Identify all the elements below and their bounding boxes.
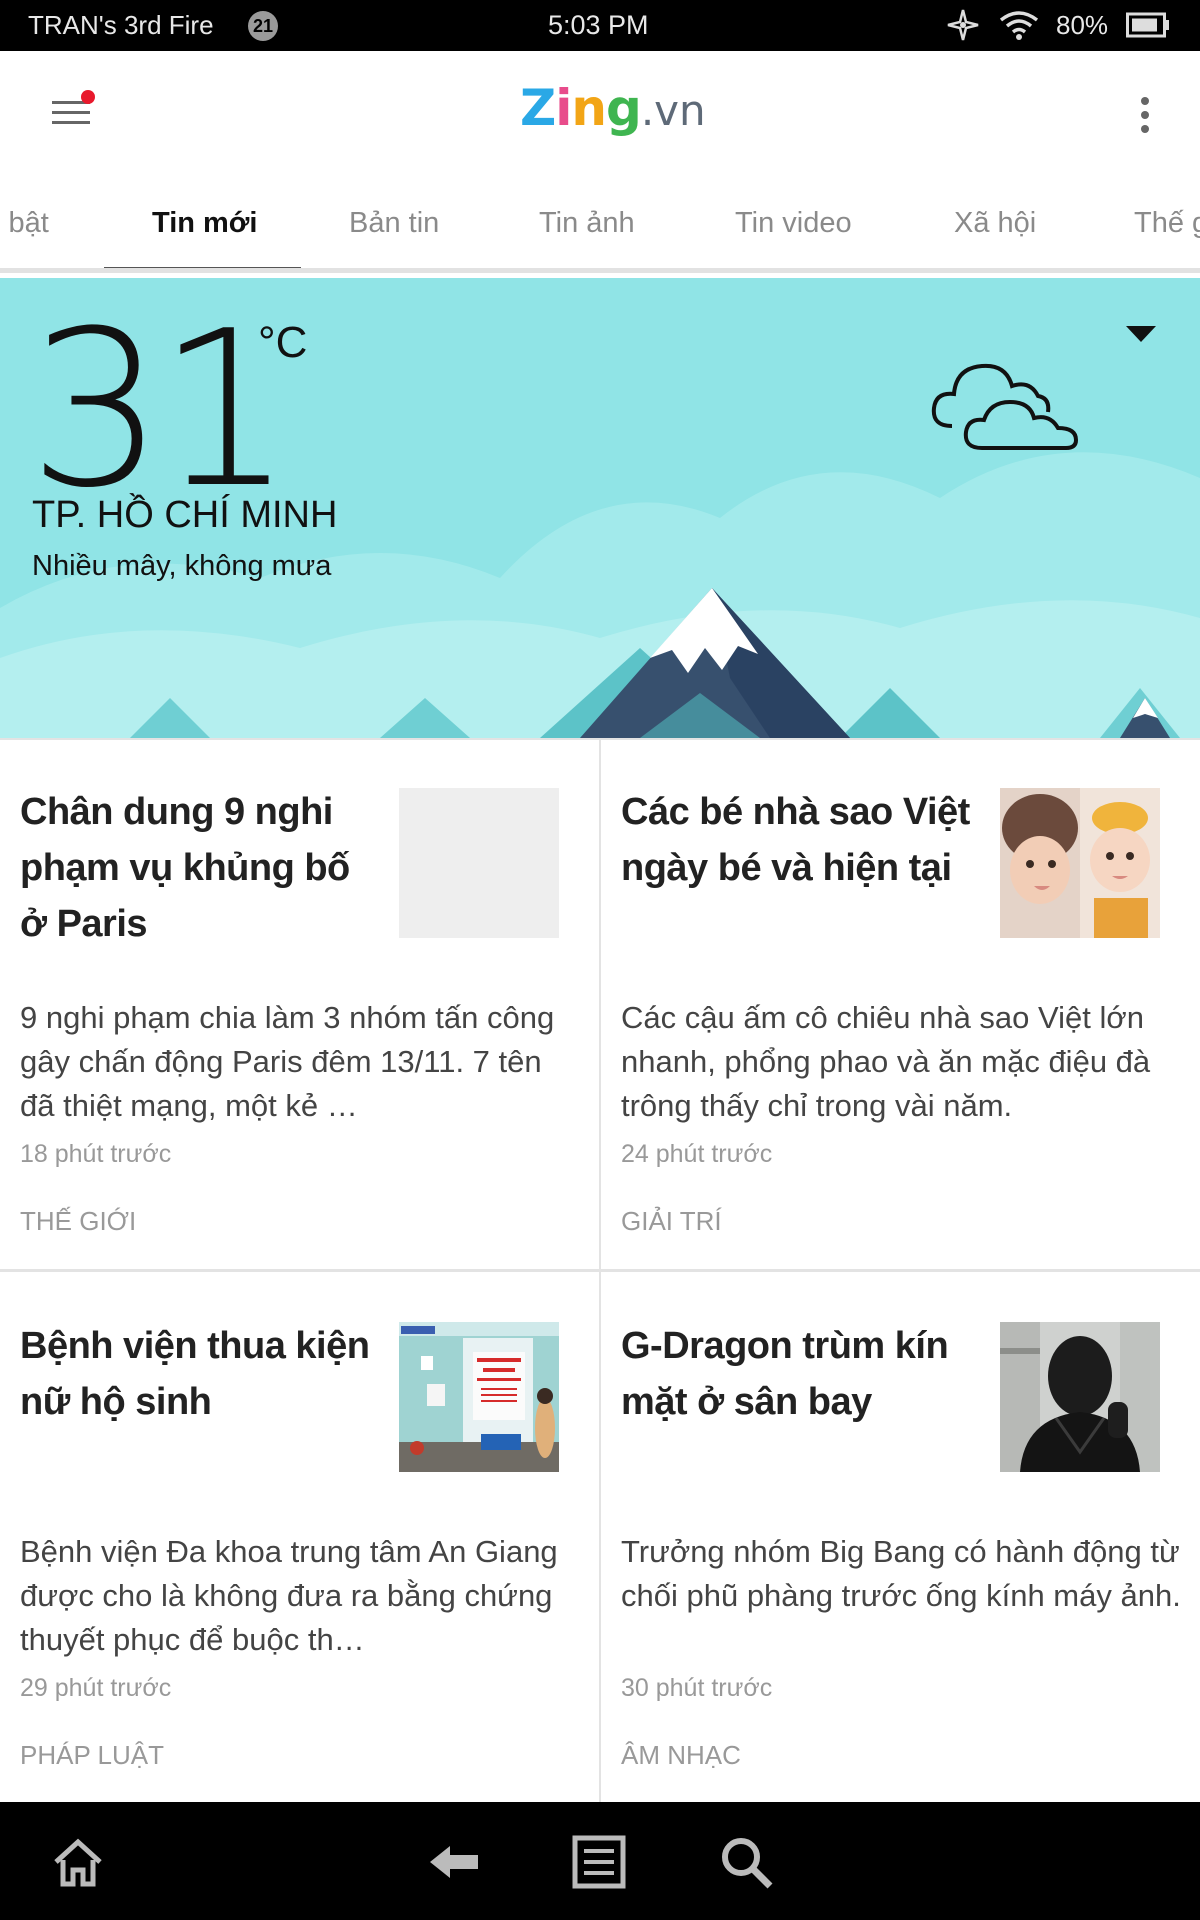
tab-xa-hoi[interactable]: Xã hội (954, 207, 1036, 240)
status-bar: TRAN's 3rd Fire 21 5:03 PM 80% (0, 0, 1200, 51)
article-category[interactable]: PHÁP LUẬT (20, 1740, 164, 1771)
article-time: 18 phút trước (20, 1140, 172, 1168)
article-thumbnail-placeholder[interactable] (399, 788, 559, 938)
tab-ban-tin[interactable]: Bản tin (349, 207, 439, 240)
app-header: Zing.vn (0, 51, 1200, 171)
vertical-dots-icon[interactable] (1130, 91, 1160, 141)
battery-icon (1126, 12, 1169, 38)
article-description: Trưởng nhóm Big Bang có hành động từ chố… (621, 1534, 1181, 1613)
notification-dot (81, 90, 95, 104)
recent-apps-icon[interactable] (571, 1834, 627, 1890)
tab-tin-moi[interactable]: Tin mới (152, 207, 257, 240)
temperature-value: 31 (28, 284, 294, 535)
cloud-icon (931, 363, 1079, 450)
article-grid: Chân dung 9 nghi phạm vụ khủng bố ở Pari… (0, 738, 1200, 1802)
article-time: 29 phút trước (20, 1674, 172, 1702)
article-time: 24 phút trước (621, 1140, 773, 1168)
weather-widget[interactable]: 31 °C TP. HỒ CHÍ MINH Nhiều mây, không m… (0, 278, 1200, 738)
article-title[interactable]: G-Dragon trùm kín mặt ở sân bay (621, 1318, 981, 1430)
article-thumbnail-hospital[interactable] (399, 1322, 559, 1472)
zing-logo[interactable]: Zing.vn (520, 79, 706, 149)
article-category[interactable]: GIẢI TRÍ (621, 1206, 722, 1237)
temperature-unit: °C (258, 318, 308, 367)
article-title[interactable]: Chân dung 9 nghi phạm vụ khủng bố ở Pari… (20, 784, 380, 952)
article-title[interactable]: Các bé nhà sao Việt ngày bé và hiện tại (621, 784, 981, 896)
wifi-icon (999, 11, 1039, 40)
article-card[interactable]: G-Dragon trùm kín mặt ở sân bay Trưởng n… (601, 1272, 1199, 1802)
back-arrow-icon[interactable] (426, 1834, 482, 1890)
article-card[interactable]: Các bé nhà sao Việt ngày bé và hiện tại … (601, 738, 1199, 1268)
device-name: TRAN's 3rd Fire (28, 10, 214, 40)
article-description: Bệnh viện Đa khoa trung tâm An Giang đượ… (20, 1534, 558, 1657)
tab-noi-bat[interactable]: i bật (0, 207, 49, 240)
hamburger-menu-icon[interactable] (42, 89, 102, 139)
article-time: 30 phút trước (621, 1674, 773, 1702)
system-nav-bar (0, 1802, 1200, 1920)
location-icon (947, 9, 979, 41)
chevron-down-icon[interactable] (1124, 324, 1158, 344)
home-icon[interactable] (50, 1834, 106, 1890)
article-thumbnail-babies[interactable] (1000, 788, 1160, 938)
battery-percent: 80% (1056, 10, 1109, 40)
article-description: Các cậu ấm cô chiêu nhà sao Việt lớn nha… (621, 1000, 1151, 1123)
article-thumbnail-gdragon[interactable] (1000, 1322, 1160, 1472)
status-time: 5:03 PM (548, 10, 649, 40)
article-card[interactable]: Chân dung 9 nghi phạm vụ khủng bố ở Pari… (0, 738, 598, 1268)
article-card[interactable]: Bệnh viện thua kiện nữ hộ sinh Bệnh viện… (0, 1272, 598, 1802)
search-icon[interactable] (718, 1834, 774, 1890)
weather-city: TP. HỒ CHÍ MINH (32, 494, 338, 536)
notification-count-badge: 21 (248, 11, 278, 41)
active-tab-indicator (104, 267, 301, 268)
divider (599, 738, 601, 1802)
article-category[interactable]: ÂM NHẠC (621, 1740, 741, 1771)
tab-tin-video[interactable]: Tin video (735, 207, 852, 240)
category-tabs: i bật Tin mới Bản tin Tin ảnh Tin video … (0, 171, 1200, 273)
weather-condition: Nhiều mây, không mưa (32, 550, 332, 582)
tab-tin-anh[interactable]: Tin ảnh (539, 207, 635, 240)
article-description: 9 nghi phạm chia làm 3 nhóm tấn công gây… (20, 1000, 555, 1123)
tab-the-gioi[interactable]: Thế g (1134, 207, 1200, 240)
article-title[interactable]: Bệnh viện thua kiện nữ hộ sinh (20, 1318, 380, 1430)
article-category[interactable]: THẾ GIỚI (20, 1206, 136, 1237)
